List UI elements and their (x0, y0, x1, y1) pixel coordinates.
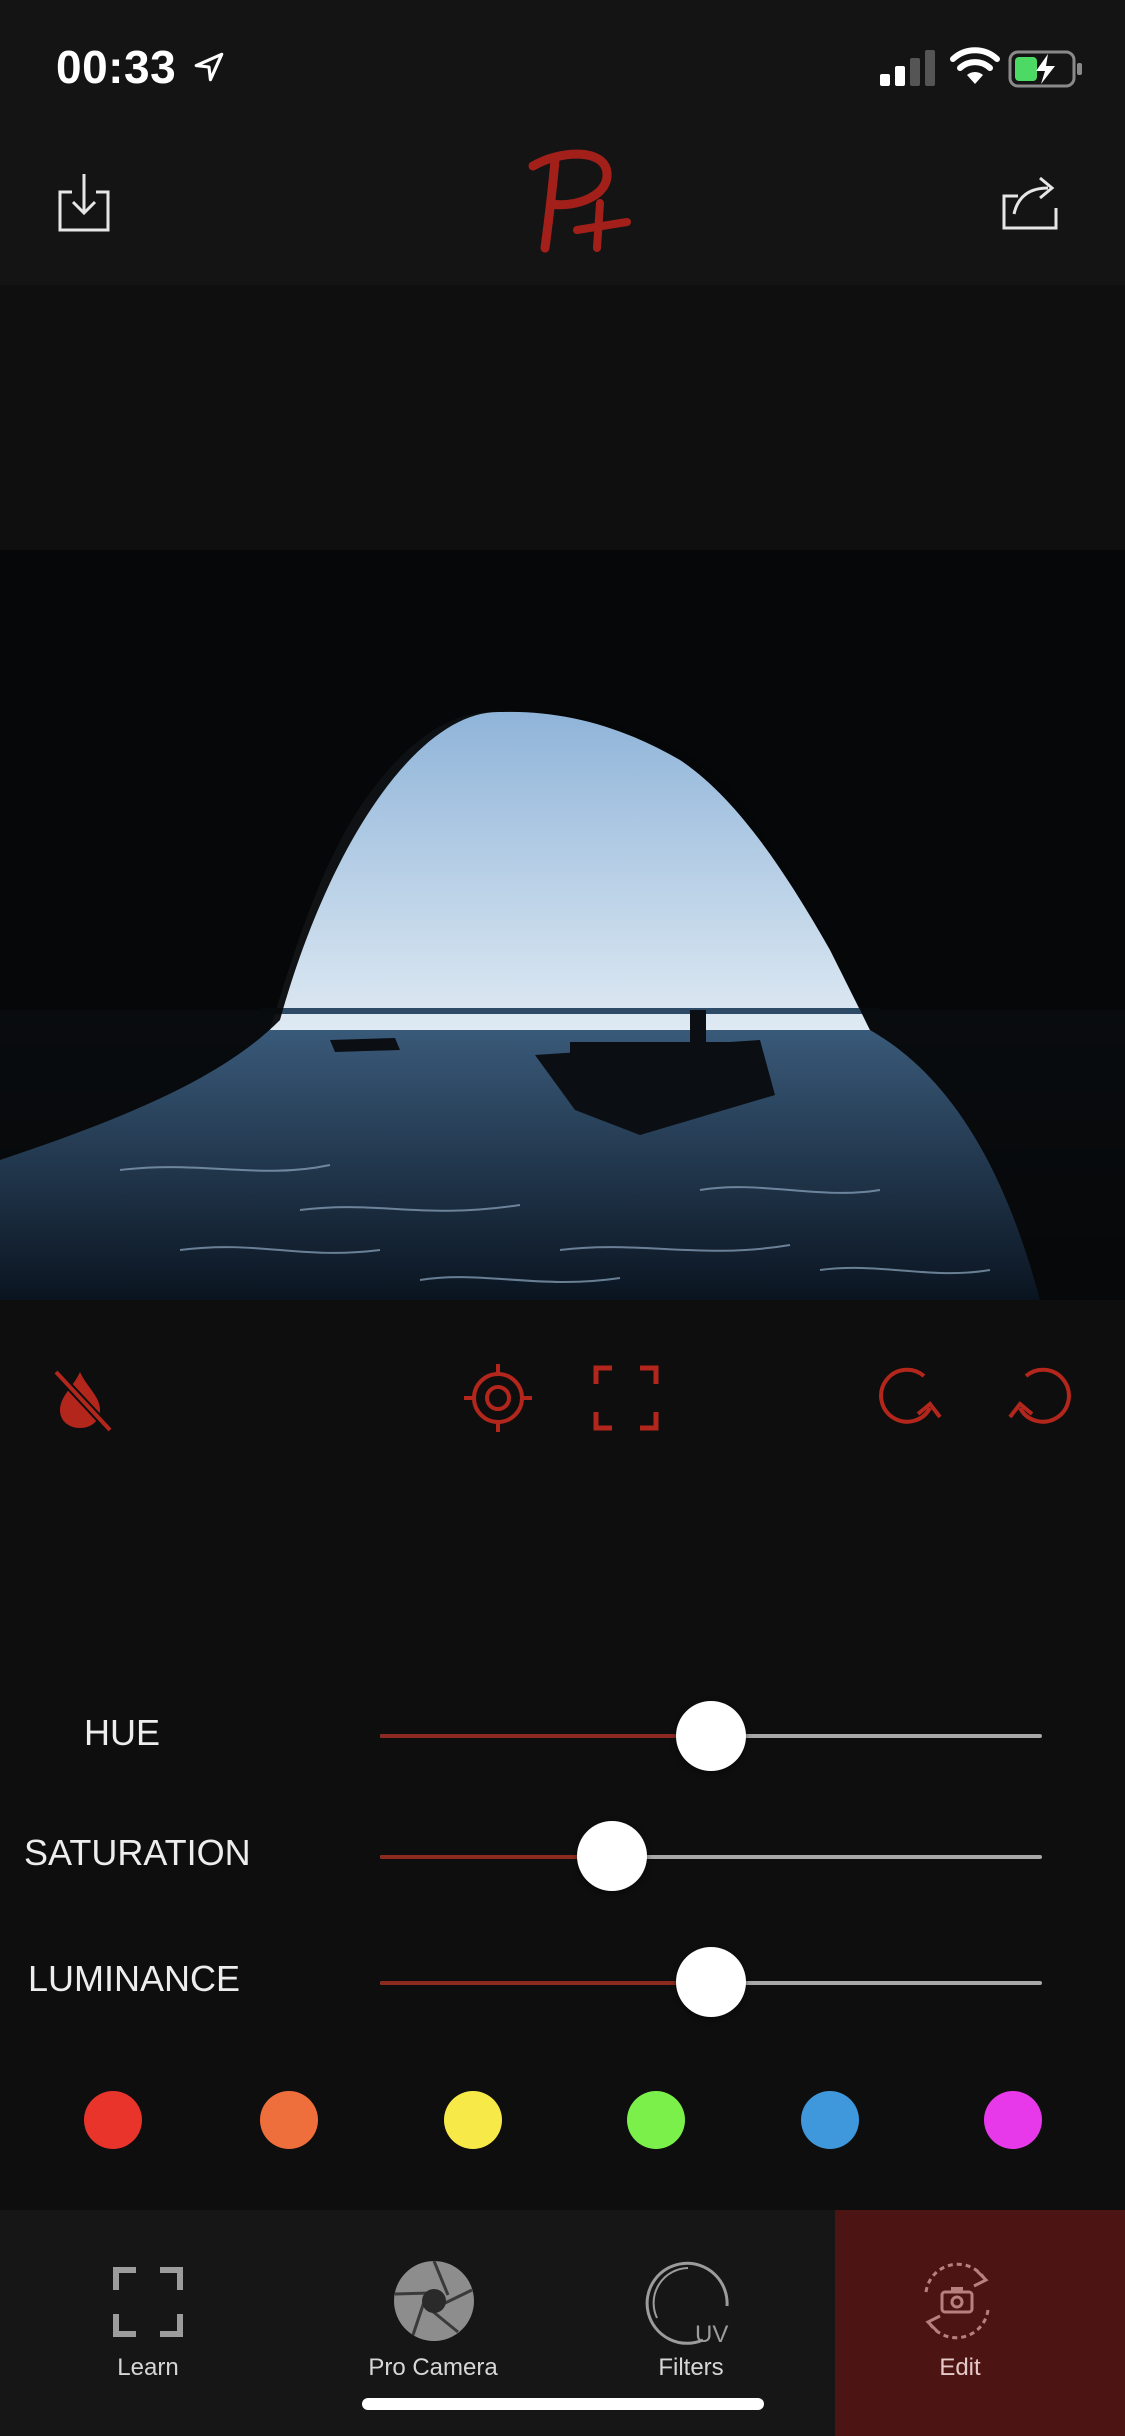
wifi-icon (950, 47, 1000, 84)
orange-swatch[interactable] (260, 2091, 318, 2149)
learn-frame-icon (113, 2267, 183, 2337)
share-icon[interactable] (1000, 170, 1062, 232)
location-arrow-icon (194, 52, 224, 82)
aperture-icon (394, 2260, 474, 2341)
app-logo (515, 138, 635, 268)
save-to-device-icon[interactable] (56, 170, 112, 234)
photo-preview[interactable] (0, 550, 1125, 1300)
home-indicator[interactable] (362, 2398, 764, 2410)
no-color-drop-icon[interactable] (48, 1362, 120, 1434)
saturation-slider-thumb[interactable] (576, 1821, 647, 1891)
uv-filter-icon: UV (645, 2261, 729, 2348)
tab-learn-label: Learn (117, 2354, 179, 2381)
hue-slider-thumb[interactable] (676, 1701, 746, 1771)
logo-mark (528, 149, 631, 253)
red-swatch[interactable] (84, 2091, 142, 2149)
hue-slider-fill (380, 1734, 711, 1738)
tab-pro-camera-label: Pro Camera (368, 2354, 498, 2381)
undo-icon[interactable] (1004, 1362, 1076, 1434)
canvas-padding (0, 285, 1125, 550)
edit-rotate-camera-icon (924, 2262, 990, 2340)
target-icon[interactable] (462, 1362, 534, 1434)
tab-edit-label: Edit (939, 2354, 981, 2381)
green-swatch[interactable] (627, 2091, 685, 2149)
luminance-label: LUMINANCE (28, 1958, 241, 1999)
luminance-slider-fill (380, 1981, 711, 1985)
cellular-signal-icon (880, 50, 935, 86)
battery-charging-icon (1008, 50, 1082, 88)
magenta-swatch[interactable] (984, 2091, 1042, 2149)
saturation-slider-track[interactable] (380, 1855, 1042, 1859)
saturation-label: SATURATION (24, 1832, 251, 1873)
uv-icon-text: UV (695, 2321, 728, 2348)
yellow-swatch[interactable] (444, 2091, 502, 2149)
tab-filters-label: Filters (658, 2354, 724, 2381)
luminance-slider-thumb[interactable] (676, 1947, 746, 2017)
hue-label: HUE (84, 1712, 161, 1753)
status-time: 00:33 (56, 41, 177, 93)
selection-frame-icon[interactable] (590, 1362, 662, 1434)
redo-icon[interactable] (874, 1362, 946, 1434)
blue-swatch[interactable] (801, 2091, 859, 2149)
